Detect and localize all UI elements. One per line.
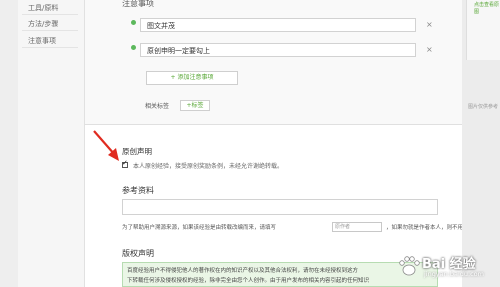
copyright-title: 版权声明 [122,249,154,258]
copyright-notice: 百度经验用户不得侵犯他人的著作权在内的知识产权以及其他合法权利，请勿在未经授权到… [122,262,438,287]
nav-divider [22,30,78,31]
reference-hint: 为了帮助用户溯源来源，如果该经验是由转载改编而来，请填写 [122,225,277,231]
bullet-icon [131,20,136,25]
nav-item-steps[interactable]: 方法/步骤 [28,19,58,29]
remove-note-icon[interactable]: × [426,20,433,30]
reference-title: 参考资料 [122,186,154,195]
red-arrow-icon [93,130,119,161]
note-text: 原创申明一定要勾上 [147,47,210,55]
thumbnail-label[interactable]: 点击查看原图 [474,1,500,15]
baidu-jingyan-watermark: Bai 经验 jingyan.baidu.com [398,253,498,283]
notes-section-title: 注意事项 [122,0,154,8]
note-input-2[interactable]: 原创申明一定要勾上 [140,43,416,57]
left-nav: 工具/原料 方法/步骤 注意事项 [18,0,84,287]
paw-logo-icon [399,256,420,276]
panel-edge [84,0,85,287]
original-statement-text: 本人原创经验，接受原创奖励条例，未经允许谢绝转载。 [133,163,284,170]
original-author-input[interactable]: 原作者 [332,222,382,232]
add-note-button[interactable]: + 添加注意事项 [146,71,238,85]
nav-divider [22,47,78,48]
section-divider [84,124,462,125]
original-checkbox[interactable] [122,159,128,168]
thumbnail-caption: 图片仅供参考 [468,104,499,110]
note-input-1[interactable]: 图文并茂 [140,18,416,32]
nav-item-notes[interactable]: 注意事项 [28,36,56,46]
bullet-icon [131,45,136,50]
nav-divider [22,14,78,15]
remove-note-icon[interactable]: × [426,45,433,55]
original-statement-title: 原创声明 [122,147,152,156]
reference-textarea[interactable] [122,199,438,215]
note-text: 图文并茂 [147,22,175,30]
copyright-text: 百度经验用户不得侵犯他人的著作权在内的知识产权以及其他合法权利，请勿在未经授权到… [127,268,370,284]
watermark-url: jingyan.baidu.com [424,270,484,278]
add-tag-button[interactable]: +标签 [180,100,210,111]
nav-item-tools[interactable]: 工具/原料 [28,3,58,13]
tags-label: 相关标签 [145,103,170,110]
